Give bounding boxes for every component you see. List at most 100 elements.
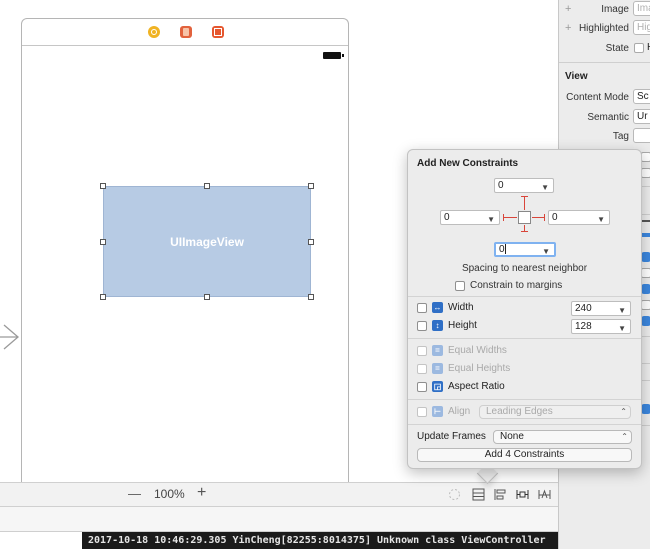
update-frames-value: None: [500, 431, 524, 442]
semantic-label: Semantic: [587, 112, 629, 123]
height-value: 128: [575, 321, 592, 332]
left-spacing-value: 0: [444, 212, 450, 223]
popover-divider: [408, 424, 641, 425]
inspector-checkbox[interactable]: [641, 268, 650, 278]
add-variation-button[interactable]: +: [565, 22, 571, 34]
popover-title: Add New Constraints: [417, 158, 519, 169]
top-pin-toggle[interactable]: [524, 196, 525, 210]
inspector-checkbox[interactable]: [641, 152, 650, 162]
right-pin-toggle[interactable]: [532, 217, 545, 218]
chevron-down-icon: ▼: [541, 183, 549, 192]
align-value: Leading Edges: [486, 406, 553, 417]
resize-handle-bottom-right[interactable]: [308, 294, 314, 300]
resize-handle-top-left[interactable]: [100, 183, 106, 189]
inspector-checkbox-checked[interactable]: [641, 404, 650, 414]
aspect-ratio-icon: ◲: [432, 381, 443, 392]
update-frames-label: Update Frames: [417, 431, 486, 442]
resize-handle-left[interactable]: [100, 239, 106, 245]
inspector-checkbox-checked[interactable]: [641, 284, 650, 294]
right-spacing-value: 0: [552, 212, 558, 223]
align-label: Align: [448, 406, 471, 417]
aspect-ratio-checkbox[interactable]: [417, 382, 427, 392]
chevron-down-icon: ▼: [597, 215, 605, 224]
resize-handle-top[interactable]: [204, 183, 210, 189]
up-down-icon: ⌃: [621, 432, 628, 441]
scene-dock: [22, 19, 348, 46]
highlighted-field[interactable]: Highlighted: [633, 20, 650, 35]
update-frames-select[interactable]: None ⌃: [493, 430, 632, 444]
resize-handle-bottom[interactable]: [204, 294, 210, 300]
align-select[interactable]: Leading Edges ⌃: [479, 405, 631, 419]
left-spacing-field[interactable]: 0 ▼: [440, 210, 500, 225]
constrain-margins-label: Constrain to margins: [470, 280, 563, 291]
width-label: Width: [448, 302, 474, 313]
zoom-out-button[interactable]: —: [128, 486, 141, 501]
equal-widths-checkbox[interactable]: [417, 346, 427, 356]
resize-handle-bottom-left[interactable]: [100, 294, 106, 300]
width-checkbox[interactable]: [417, 303, 427, 313]
state-highlighted-checkbox[interactable]: [634, 43, 644, 53]
debug-bar: [0, 507, 558, 532]
view-controller-icon[interactable]: [148, 26, 160, 38]
add-constraints-button-label: Add 4 Constraints: [484, 449, 565, 460]
view-section-title: View: [565, 71, 588, 82]
content-mode-select[interactable]: Sc: [633, 89, 650, 104]
add-variation-button[interactable]: +: [565, 3, 571, 15]
resize-handle-right[interactable]: [308, 239, 314, 245]
popover-divider: [408, 296, 641, 297]
top-spacing-field[interactable]: 0 ▼: [494, 178, 554, 193]
left-pin-toggle[interactable]: [503, 217, 517, 218]
resize-handle-top-right[interactable]: [308, 183, 314, 189]
width-value: 240: [575, 303, 592, 314]
tag-label: Tag: [612, 131, 629, 142]
inspector-checkbox-checked[interactable]: [641, 252, 650, 262]
embed-in-stack-icon[interactable]: [472, 488, 485, 501]
height-checkbox[interactable]: [417, 321, 427, 331]
add-constraints-button[interactable]: Add 4 Constraints: [417, 448, 632, 462]
zoom-level: 100%: [154, 487, 185, 501]
height-field[interactable]: 128 ▼: [571, 319, 631, 334]
height-constraint-icon: ↕: [432, 320, 443, 331]
update-frames-icon[interactable]: [448, 488, 461, 501]
add-constraints-popover: Add New Constraints 0 ▼ 0 ▼ 0 ▼ 0 ▼ Spac…: [407, 149, 642, 469]
width-constraint-icon: ↔: [432, 302, 443, 313]
chevron-down-icon: ▼: [618, 306, 626, 315]
chevron-down-icon: ▼: [487, 215, 495, 224]
equal-heights-icon: =: [432, 363, 443, 374]
equal-widths-icon: =: [432, 345, 443, 356]
aspect-ratio-label: Aspect Ratio: [448, 381, 505, 392]
tint-color-well[interactable]: [641, 233, 650, 237]
align-checkbox[interactable]: [417, 407, 427, 417]
storyboard-scene[interactable]: UIImageView: [21, 18, 349, 498]
add-constraints-icon[interactable]: [516, 488, 529, 501]
equal-heights-checkbox[interactable]: [417, 364, 427, 374]
resolve-issues-icon[interactable]: [538, 488, 551, 501]
bottom-pin-toggle[interactable]: [524, 225, 525, 232]
top-spacing-value: 0: [498, 180, 504, 191]
inspector-checkbox[interactable]: [641, 168, 650, 178]
tag-field[interactable]: [633, 128, 650, 143]
zoom-in-button[interactable]: +: [197, 484, 206, 502]
align-icon[interactable]: [494, 488, 507, 501]
exit-icon[interactable]: [212, 26, 224, 38]
state-label: State: [605, 43, 629, 54]
constrain-margins-checkbox[interactable]: [455, 281, 465, 291]
alpha-slider[interactable]: [641, 220, 650, 222]
canvas-toolbar: — 100% +: [0, 482, 558, 507]
battery-icon: [323, 52, 344, 59]
spacing-caption: Spacing to nearest neighbor: [461, 263, 588, 274]
image-view-label: UIImageView: [170, 234, 244, 249]
up-down-icon: ⌃: [620, 407, 627, 416]
image-view[interactable]: UIImageView: [103, 186, 311, 297]
image-field[interactable]: Image: [633, 1, 650, 16]
bottom-spacing-field[interactable]: 0 ▼: [494, 242, 556, 257]
equal-heights-label: Equal Heights: [448, 363, 511, 374]
popover-divider: [408, 338, 641, 339]
inspector-checkbox-checked[interactable]: [641, 316, 650, 326]
first-responder-icon[interactable]: [180, 26, 192, 38]
right-spacing-field[interactable]: 0 ▼: [548, 210, 610, 225]
width-field[interactable]: 240 ▼: [571, 301, 631, 316]
inspector-checkbox[interactable]: [641, 300, 650, 310]
inspector-divider: [559, 62, 650, 63]
semantic-select[interactable]: Ur: [633, 109, 650, 124]
